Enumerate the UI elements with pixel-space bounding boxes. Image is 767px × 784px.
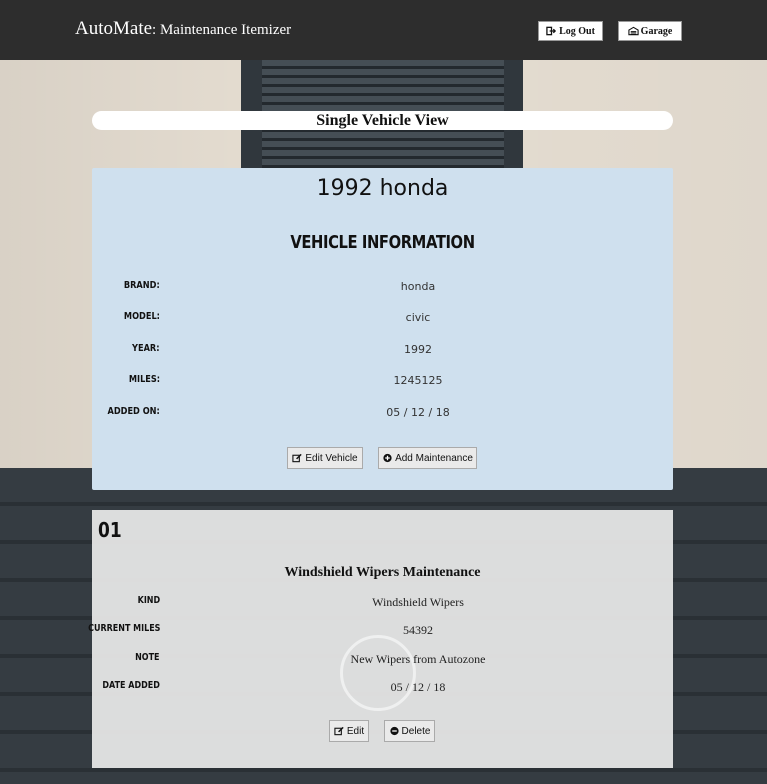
maintenance-field-date-added: DATE ADDED 05 / 12 / 18 xyxy=(92,680,673,696)
vehicle-field-added-on: ADDED ON: 05 / 12 / 18 xyxy=(92,406,673,422)
maintenance-card: 01 Windshield Wipers Maintenance KIND Wi… xyxy=(88,510,673,768)
field-value: 54392 xyxy=(403,623,433,637)
maintenance-field-note: NOTE New Wipers from Autozone xyxy=(92,652,673,668)
watermark-logo xyxy=(340,635,416,711)
field-value: New Wipers from Autozone xyxy=(350,652,486,666)
field-value: honda xyxy=(400,280,436,293)
logout-button[interactable]: Log Out xyxy=(538,21,603,41)
brand-name: AutoMate xyxy=(75,18,153,39)
page-title: Single Vehicle View xyxy=(92,111,673,130)
delete-maintenance-label: Delete xyxy=(401,725,431,737)
field-label: BRAND: xyxy=(124,280,160,291)
vehicle-heading: 1992 honda xyxy=(316,176,449,201)
field-label: YEAR: xyxy=(132,343,160,354)
garage-label: Garage xyxy=(640,25,673,37)
logout-label: Log Out xyxy=(559,25,595,37)
maintenance-field-kind: KIND Windshield Wipers xyxy=(92,595,673,611)
field-label: CURRENT MILES xyxy=(87,623,160,634)
edit-maintenance-button[interactable]: Edit xyxy=(329,720,369,742)
edit-vehicle-label: Edit Vehicle xyxy=(305,452,358,464)
garage-icon xyxy=(628,26,639,36)
field-value: civic xyxy=(405,311,431,324)
field-value: Windshield Wipers xyxy=(372,595,464,609)
edit-vehicle-button[interactable]: Edit Vehicle xyxy=(287,447,363,469)
vehicle-field-brand: BRAND: honda xyxy=(92,280,673,296)
edit-icon xyxy=(292,453,303,463)
field-label: ADDED ON: xyxy=(107,406,160,417)
brand-tagline: : Maintenance Itemizer xyxy=(152,22,292,38)
vehicle-field-miles: MILES: 1245125 xyxy=(92,374,673,390)
field-label: MODEL: xyxy=(123,311,160,322)
vehicle-info-card: 1992 honda VEHICLE INFORMATION BRAND: ho… xyxy=(92,168,673,490)
field-value: 05 / 12 / 18 xyxy=(390,680,446,694)
sign-out-icon xyxy=(546,26,557,36)
vehicle-field-year: YEAR: 1992 xyxy=(92,343,673,359)
add-maintenance-label: Add Maintenance xyxy=(395,452,473,464)
brand-logo[interactable]: AutoMate: Maintenance Itemizer xyxy=(75,18,291,40)
maintenance-field-current-miles: CURRENT MILES 54392 xyxy=(88,623,673,639)
edit-maintenance-label: Edit xyxy=(346,725,365,737)
field-label: NOTE xyxy=(135,652,160,663)
field-label: KIND xyxy=(137,595,160,606)
vehicle-info-heading: VEHICLE INFORMATION xyxy=(290,232,475,253)
field-label: MILES: xyxy=(128,374,160,385)
delete-maintenance-button[interactable]: Delete xyxy=(384,720,435,742)
vehicle-field-model: MODEL: civic xyxy=(92,311,673,327)
field-label: DATE ADDED xyxy=(102,680,161,691)
add-maintenance-button[interactable]: Add Maintenance xyxy=(378,447,477,469)
maintenance-title: Windshield Wipers Maintenance xyxy=(284,565,481,580)
maintenance-number: 01 xyxy=(98,518,122,542)
field-value: 1245125 xyxy=(393,374,443,387)
edit-icon xyxy=(334,726,344,736)
garage-button[interactable]: Garage xyxy=(618,21,682,41)
minus-circle-icon xyxy=(389,726,399,736)
field-value: 1992 xyxy=(404,343,432,356)
field-value: 05 / 12 / 18 xyxy=(386,406,450,419)
plus-circle-icon xyxy=(383,453,392,463)
top-navbar: AutoMate: Maintenance Itemizer Log Out G… xyxy=(0,0,767,60)
